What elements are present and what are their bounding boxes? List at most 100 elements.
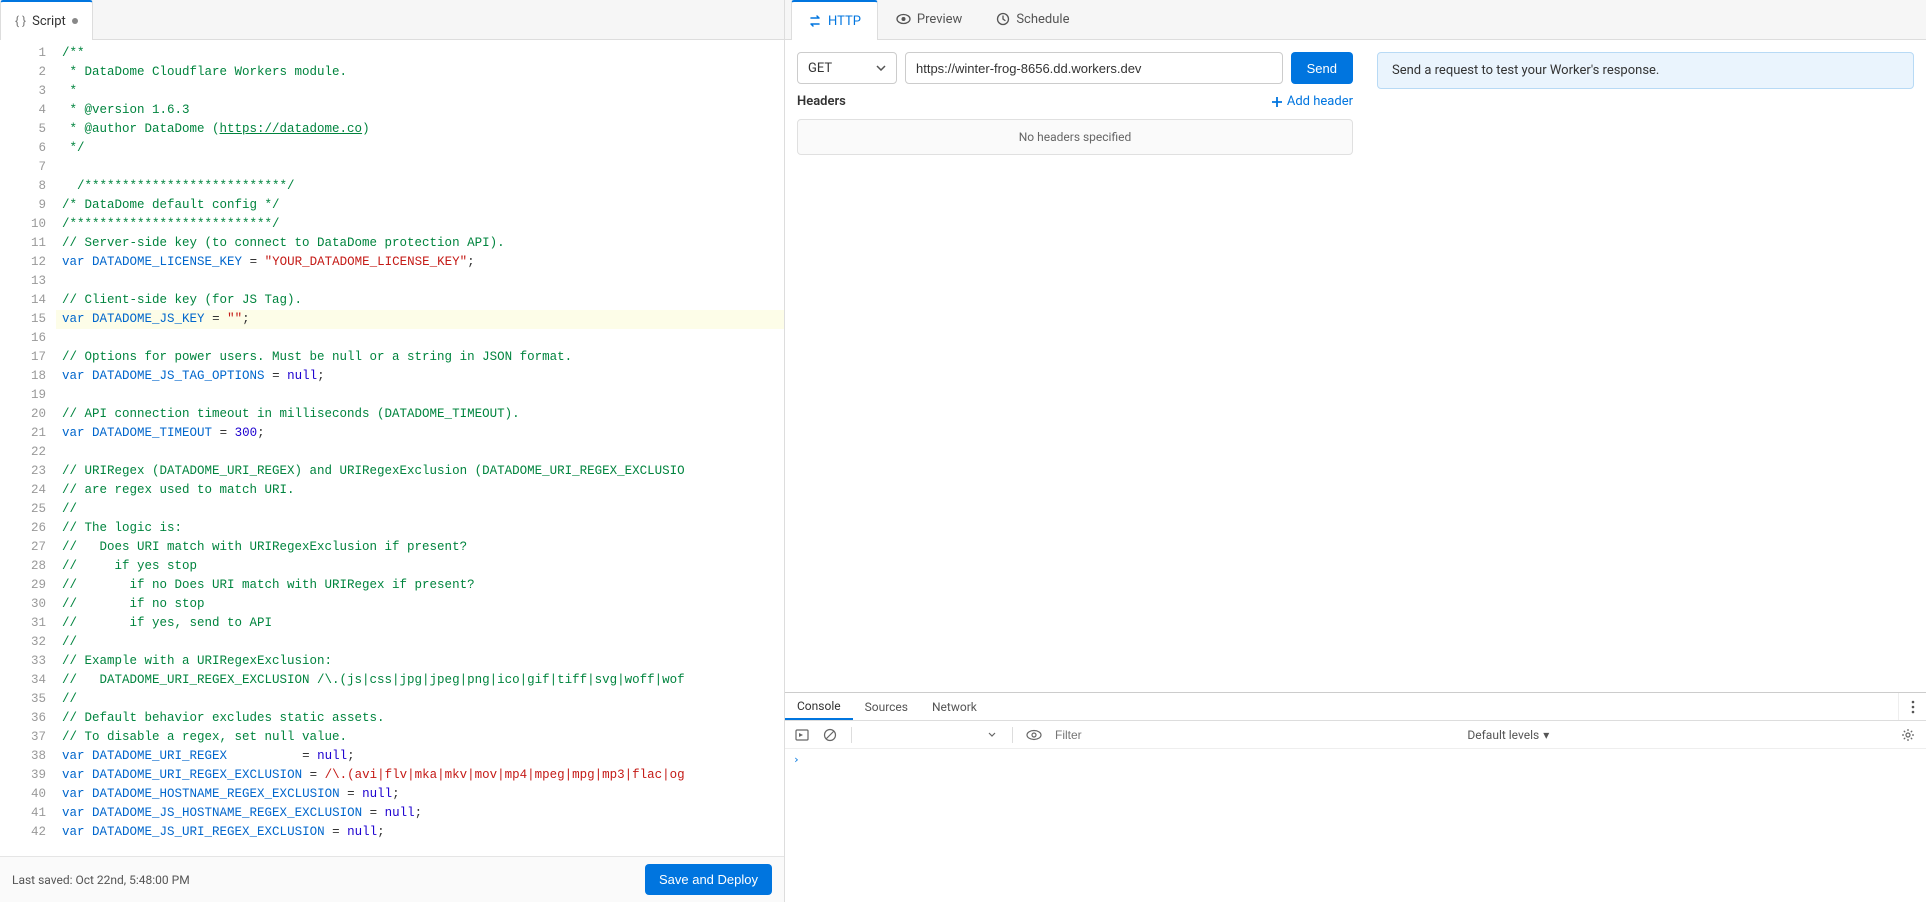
request-url-input[interactable] bbox=[905, 52, 1283, 84]
clear-console-icon[interactable] bbox=[819, 724, 841, 746]
tab-label: Preview bbox=[917, 12, 962, 27]
line-number: 28 bbox=[0, 557, 46, 576]
line-number: 39 bbox=[0, 766, 46, 785]
context-selector[interactable] bbox=[862, 732, 1002, 737]
code-line[interactable] bbox=[56, 329, 784, 348]
last-saved-text: Last saved: Oct 22nd, 5:48:00 PM bbox=[12, 873, 190, 887]
code-line[interactable]: var DATADOME_URI_REGEX_EXCLUSION = /\.(a… bbox=[56, 766, 784, 785]
code-line[interactable]: // are regex used to match URI. bbox=[56, 481, 784, 500]
line-number: 10 bbox=[0, 215, 46, 234]
code-line[interactable]: // Does URI match with URIRegexExclusion… bbox=[56, 538, 784, 557]
code-line[interactable]: /***************************/ bbox=[56, 177, 784, 196]
code-line[interactable] bbox=[56, 386, 784, 405]
code-line[interactable]: /** bbox=[56, 44, 784, 63]
line-number: 14 bbox=[0, 291, 46, 310]
code-line[interactable]: * bbox=[56, 82, 784, 101]
live-expression-icon[interactable] bbox=[1023, 724, 1045, 746]
code-line[interactable]: var DATADOME_TIMEOUT = 300; bbox=[56, 424, 784, 443]
code-line[interactable] bbox=[56, 158, 784, 177]
code-line[interactable]: // URIRegex (DATADOME_URI_REGEX) and URI… bbox=[56, 462, 784, 481]
code-line[interactable]: // bbox=[56, 690, 784, 709]
code-content[interactable]: /** * DataDome Cloudflare Workers module… bbox=[56, 40, 784, 856]
code-line[interactable]: var DATADOME_LICENSE_KEY = "YOUR_DATADOM… bbox=[56, 253, 784, 272]
code-line[interactable]: // if no stop bbox=[56, 595, 784, 614]
save-and-deploy-button[interactable]: Save and Deploy bbox=[645, 864, 772, 895]
tab-label: Schedule bbox=[1016, 12, 1069, 27]
log-levels-select[interactable]: Default levels ▾ bbox=[1467, 728, 1549, 742]
add-header-label: Add header bbox=[1287, 94, 1353, 109]
console-settings-icon[interactable] bbox=[1896, 728, 1920, 742]
console-filter-input[interactable] bbox=[1051, 726, 1291, 744]
devtools-tab-network[interactable]: Network bbox=[920, 693, 989, 720]
devtools-tab-console[interactable]: Console bbox=[785, 693, 853, 720]
code-line[interactable]: /***************************/ bbox=[56, 215, 784, 234]
code-line[interactable]: // Options for power users. Must be null… bbox=[56, 348, 784, 367]
code-line[interactable]: // The logic is: bbox=[56, 519, 784, 538]
headers-label: Headers bbox=[797, 94, 846, 109]
line-number: 23 bbox=[0, 462, 46, 481]
tab-script[interactable]: { } Script bbox=[0, 0, 93, 40]
code-line[interactable]: * @version 1.6.3 bbox=[56, 101, 784, 120]
line-number-gutter: 1234567891011121314151617181920212223242… bbox=[0, 40, 56, 856]
clock-icon bbox=[996, 12, 1010, 26]
execution-context-icon[interactable] bbox=[791, 724, 813, 746]
code-line[interactable]: // if no Does URI match with URIRegex if… bbox=[56, 576, 784, 595]
devtools-menu-button[interactable] bbox=[1898, 693, 1926, 720]
code-line[interactable]: // bbox=[56, 500, 784, 519]
code-line[interactable]: * DataDome Cloudflare Workers module. bbox=[56, 63, 784, 82]
right-tab-bar: HTTP Preview Schedule bbox=[785, 0, 1926, 40]
code-line[interactable]: * @author DataDome (https://datadome.co) bbox=[56, 120, 784, 139]
tab-schedule[interactable]: Schedule bbox=[980, 0, 1085, 39]
code-line[interactable]: var DATADOME_JS_KEY = ""; bbox=[56, 310, 784, 329]
braces-icon: { } bbox=[15, 14, 26, 28]
devtools-tabs: ConsoleSourcesNetwork bbox=[785, 693, 1926, 721]
code-line[interactable]: // To disable a regex, set null value. bbox=[56, 728, 784, 747]
line-number: 24 bbox=[0, 481, 46, 500]
line-number: 27 bbox=[0, 538, 46, 557]
code-line[interactable]: /* DataDome default config */ bbox=[56, 196, 784, 215]
tab-http[interactable]: HTTP bbox=[791, 0, 878, 40]
code-line[interactable]: // bbox=[56, 633, 784, 652]
code-line[interactable] bbox=[56, 443, 784, 462]
line-number: 32 bbox=[0, 633, 46, 652]
tab-label: HTTP bbox=[828, 14, 861, 29]
code-line[interactable]: // Example with a URIRegexExclusion: bbox=[56, 652, 784, 671]
code-editor[interactable]: 1234567891011121314151617181920212223242… bbox=[0, 40, 784, 856]
devtools-tab-sources[interactable]: Sources bbox=[853, 693, 920, 720]
send-button[interactable]: Send bbox=[1291, 52, 1353, 84]
chevron-down-icon bbox=[876, 65, 886, 71]
code-line[interactable]: var DATADOME_JS_TAG_OPTIONS = null; bbox=[56, 367, 784, 386]
code-line[interactable]: // Default behavior excludes static asse… bbox=[56, 709, 784, 728]
line-number: 1 bbox=[0, 44, 46, 63]
code-line[interactable]: var DATADOME_HOSTNAME_REGEX_EXCLUSION = … bbox=[56, 785, 784, 804]
code-line[interactable]: // API connection timeout in millisecond… bbox=[56, 405, 784, 424]
console-output[interactable] bbox=[785, 749, 1926, 902]
line-number: 12 bbox=[0, 253, 46, 272]
code-line[interactable]: // Server-side key (to connect to DataDo… bbox=[56, 234, 784, 253]
line-number: 18 bbox=[0, 367, 46, 386]
tab-label: Script bbox=[32, 14, 66, 29]
code-line[interactable]: var DATADOME_URI_REGEX = null; bbox=[56, 747, 784, 766]
code-line[interactable]: // if yes stop bbox=[56, 557, 784, 576]
line-number: 19 bbox=[0, 386, 46, 405]
code-line[interactable]: var DATADOME_JS_URI_REGEX_EXCLUSION = nu… bbox=[56, 823, 784, 842]
line-number: 34 bbox=[0, 671, 46, 690]
console-prompt[interactable] bbox=[793, 753, 1918, 766]
code-line[interactable]: // DATADOME_URI_REGEX_EXCLUSION /\.(js|c… bbox=[56, 671, 784, 690]
code-line[interactable]: */ bbox=[56, 139, 784, 158]
line-number: 6 bbox=[0, 139, 46, 158]
code-line[interactable]: var DATADOME_JS_HOSTNAME_REGEX_EXCLUSION… bbox=[56, 804, 784, 823]
http-method-select[interactable]: GET bbox=[797, 52, 897, 84]
line-number: 15 bbox=[0, 310, 46, 329]
line-number: 31 bbox=[0, 614, 46, 633]
line-number: 13 bbox=[0, 272, 46, 291]
request-column: GET Send Headers Add header bbox=[785, 40, 1365, 692]
code-line[interactable] bbox=[56, 272, 784, 291]
tab-preview[interactable]: Preview bbox=[880, 0, 978, 39]
add-header-button[interactable]: Add header bbox=[1271, 94, 1353, 109]
line-number: 11 bbox=[0, 234, 46, 253]
devtools-toolbar: Default levels ▾ bbox=[785, 721, 1926, 749]
code-line[interactable]: // Client-side key (for JS Tag). bbox=[56, 291, 784, 310]
code-line[interactable]: // if yes, send to API bbox=[56, 614, 784, 633]
line-number: 5 bbox=[0, 120, 46, 139]
